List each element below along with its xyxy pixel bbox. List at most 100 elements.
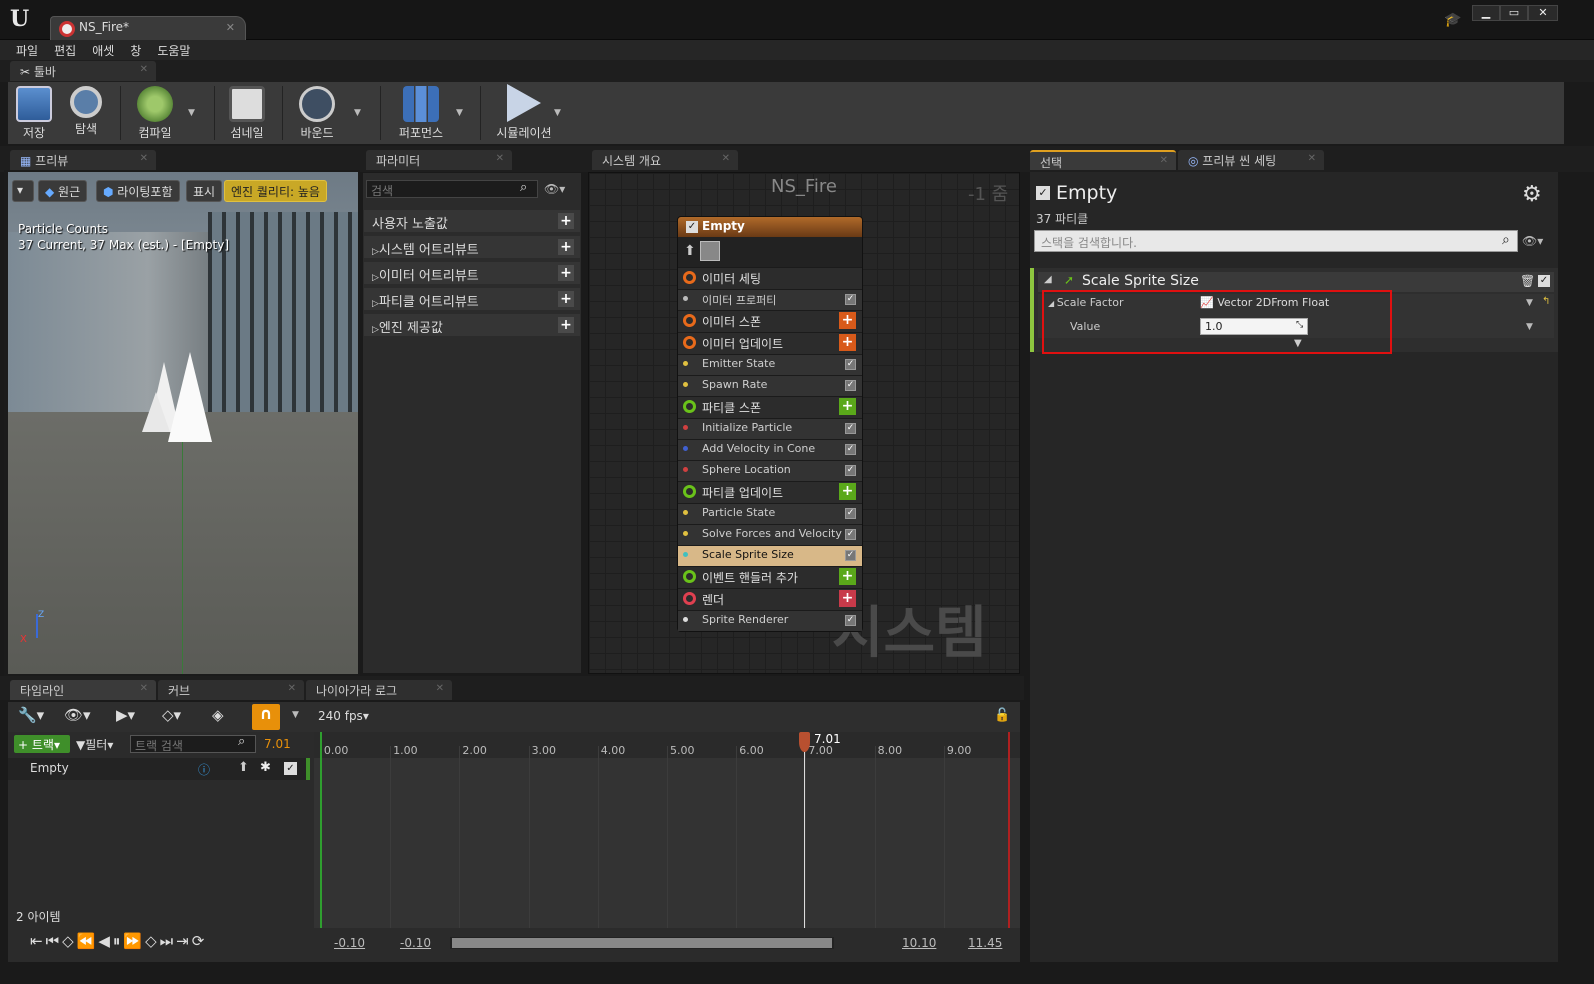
step-next-icon[interactable]: ⏩ xyxy=(123,932,145,950)
menu-help[interactable]: 도움말 xyxy=(149,40,198,60)
add-parameter-button[interactable]: + xyxy=(558,291,574,307)
stack-row-module[interactable]: Spawn Rate ✓ xyxy=(678,375,862,396)
tab-niagara-log[interactable]: 나이아가라 로그 ✕ xyxy=(306,680,452,700)
close-tab-icon[interactable]: ✕ xyxy=(288,683,296,694)
close-tab-icon[interactable]: ✕ xyxy=(722,153,730,164)
module-enable-checkbox[interactable]: ✓ xyxy=(845,359,856,370)
prev-key-icon[interactable]: ◇ xyxy=(62,932,77,950)
menu-window[interactable]: 창 xyxy=(122,40,149,60)
maximize-button[interactable]: ▭ xyxy=(1500,5,1528,21)
module-enable-checkbox[interactable]: ✓ xyxy=(845,444,856,455)
simulation-button[interactable]: 시뮬레이션 xyxy=(488,82,560,144)
eye-icon[interactable]: 👁▾ xyxy=(64,706,91,724)
render-icon[interactable]: ✱ xyxy=(260,760,271,775)
show-button[interactable]: 표시 xyxy=(186,180,223,202)
end-marker[interactable] xyxy=(1008,732,1010,928)
emitter-enable-checkbox[interactable]: ✓ xyxy=(686,221,698,233)
visibility-eye-icon[interactable]: 👁▾ xyxy=(1522,234,1543,248)
param-row-user[interactable]: 사용자 노출값 + xyxy=(364,210,580,232)
add-parameter-button[interactable]: + xyxy=(558,213,574,229)
tab-parameters[interactable]: 파라미터 ✕ xyxy=(366,150,512,170)
jump-start-icon[interactable]: ⇤ xyxy=(30,932,46,950)
key-icon[interactable]: ◇▾ xyxy=(162,706,181,724)
lit-button[interactable]: ⬢ 라이팅포함 xyxy=(96,180,180,202)
view-end[interactable]: 10.10 xyxy=(902,936,936,950)
module-enable-checkbox[interactable]: ✓ xyxy=(845,508,856,519)
stack-row-module[interactable]: Initialize Particle ✓ xyxy=(678,418,862,439)
snap-key-icon[interactable]: ◈ xyxy=(212,706,224,724)
playhead-handle[interactable] xyxy=(799,732,810,752)
module-enable-checkbox[interactable]: ✓ xyxy=(845,423,856,434)
stack-row-module[interactable]: 이미터 프로퍼티 ✓ xyxy=(678,289,862,310)
preview-viewport[interactable]: ▾ ◆ 원근 ⬢ 라이팅포함 표시 엔진 퀄리티: 높음 Particle Co… xyxy=(8,172,358,674)
menu-file[interactable]: 파일 xyxy=(8,40,46,60)
module-enable-checkbox[interactable]: ✓ xyxy=(845,550,856,561)
play-reverse-icon[interactable]: ◀ xyxy=(98,932,113,950)
bounds-dropdown-icon[interactable]: ▼ xyxy=(354,108,361,118)
add-module-button[interactable]: + xyxy=(839,312,856,329)
module-header[interactable]: ◢ ➚ Scale Sprite Size 🗑 ✓ xyxy=(1038,272,1554,292)
add-module-button[interactable]: + xyxy=(839,398,856,415)
thumbnail-button[interactable]: 섬네일 xyxy=(222,82,272,144)
close-tab-icon[interactable]: ✕ xyxy=(140,64,148,75)
track-row[interactable]: Empty ⓘ ⬆ ✱ ✓ xyxy=(8,758,310,780)
visibility-eye-icon[interactable]: 👁▾ xyxy=(544,182,565,196)
minimize-button[interactable]: ▁ xyxy=(1472,5,1500,21)
module-enable-checkbox[interactable]: ✓ xyxy=(1538,275,1550,287)
expand-arrow-icon[interactable]: ▷ xyxy=(372,273,379,283)
stack-row-module[interactable]: Add Velocity in Cone ✓ xyxy=(678,439,862,460)
stack-row-section[interactable]: 이미터 세팅 xyxy=(678,267,862,289)
close-tab-icon[interactable]: ✕ xyxy=(436,683,444,694)
stack-row-module[interactable]: Sphere Location ✓ xyxy=(678,460,862,481)
step-back-icon[interactable]: ⏮ xyxy=(46,932,63,950)
bounds-button[interactable]: 바운드 xyxy=(290,82,344,144)
emitter-node-header[interactable]: ✓ Empty xyxy=(678,217,862,237)
lock-icon[interactable]: 🔓 xyxy=(994,708,1010,723)
gear-icon[interactable]: ⚙ xyxy=(1522,182,1542,207)
reset-arrow-icon[interactable]: ↰ xyxy=(1542,296,1550,307)
add-parameter-button[interactable]: + xyxy=(558,317,574,333)
loop-icon[interactable]: ⟳ xyxy=(192,932,208,950)
add-track-button[interactable]: + 트랙▾ xyxy=(14,735,70,753)
engine-quality-button[interactable]: 엔진 퀄리티: 높음 xyxy=(224,180,327,202)
expand-arrow-icon[interactable]: ▷ xyxy=(372,247,379,257)
module-enable-checkbox[interactable]: ✓ xyxy=(845,615,856,626)
close-tab-icon[interactable]: ✕ xyxy=(1308,153,1316,164)
viewport-options-button[interactable]: ▾ xyxy=(12,180,34,202)
wrench-icon[interactable]: 🔧▾ xyxy=(18,706,44,724)
pin-icon[interactable]: ⬆ xyxy=(684,243,696,259)
param-row-system[interactable]: ▷시스템 어트리뷰트 + xyxy=(364,236,580,258)
current-time-field[interactable]: 7.01 xyxy=(264,737,291,751)
stack-row-section[interactable]: 이벤트 핸들러 추가 + xyxy=(678,566,862,588)
tab-preview-scene-settings[interactable]: ◎ 프리뷰 씬 세팅 ✕ xyxy=(1178,150,1324,170)
module-enable-checkbox[interactable]: ✓ xyxy=(845,380,856,391)
param-row-particle[interactable]: ▷파티클 어트리뷰트 + xyxy=(364,288,580,310)
stack-row-section[interactable]: 이미터 스폰 + xyxy=(678,310,862,332)
learn-icon[interactable]: 🎓 xyxy=(1444,12,1461,28)
pin-icon[interactable]: ⬆ xyxy=(238,760,249,775)
playhead-line[interactable] xyxy=(804,732,805,928)
range-end[interactable]: 11.45 xyxy=(968,936,1002,950)
param-row-emitter[interactable]: ▷이미터 어트리뷰트 + xyxy=(364,262,580,284)
compile-dropdown-icon[interactable]: ▼ xyxy=(188,108,195,118)
menu-edit[interactable]: 편집 xyxy=(46,40,84,60)
menu-asset[interactable]: 애셋 xyxy=(84,40,122,60)
value-dropdown-icon[interactable]: ▼ xyxy=(1526,322,1533,332)
add-module-button[interactable]: + xyxy=(839,590,856,607)
module-enable-checkbox[interactable]: ✓ xyxy=(845,465,856,476)
compile-button[interactable]: 컴파일 xyxy=(126,82,184,144)
tab-selection[interactable]: 선택 ✕ xyxy=(1030,150,1176,170)
module-enable-checkbox[interactable]: ✓ xyxy=(845,529,856,540)
fps-dropdown[interactable]: 240 fps▾ xyxy=(318,709,369,723)
step-forward-icon[interactable]: ⏭ xyxy=(160,932,177,950)
toolbar-tab[interactable]: ✂ 툴바 ✕ xyxy=(10,61,156,81)
close-tab-icon[interactable]: ✕ xyxy=(140,153,148,164)
tab-system-overview[interactable]: 시스템 개요 ✕ xyxy=(592,150,738,170)
stack-row-module[interactable]: Sprite Renderer ✓ xyxy=(678,610,862,631)
jump-end-icon[interactable]: ⇥ xyxy=(176,932,192,950)
pause-icon[interactable]: ⏸ xyxy=(113,932,124,950)
delete-icon[interactable]: 🗑 xyxy=(1520,274,1535,288)
stack-row-section[interactable]: 렌더 + xyxy=(678,588,862,610)
add-module-button[interactable]: + xyxy=(839,483,856,500)
add-parameter-button[interactable]: + xyxy=(558,265,574,281)
